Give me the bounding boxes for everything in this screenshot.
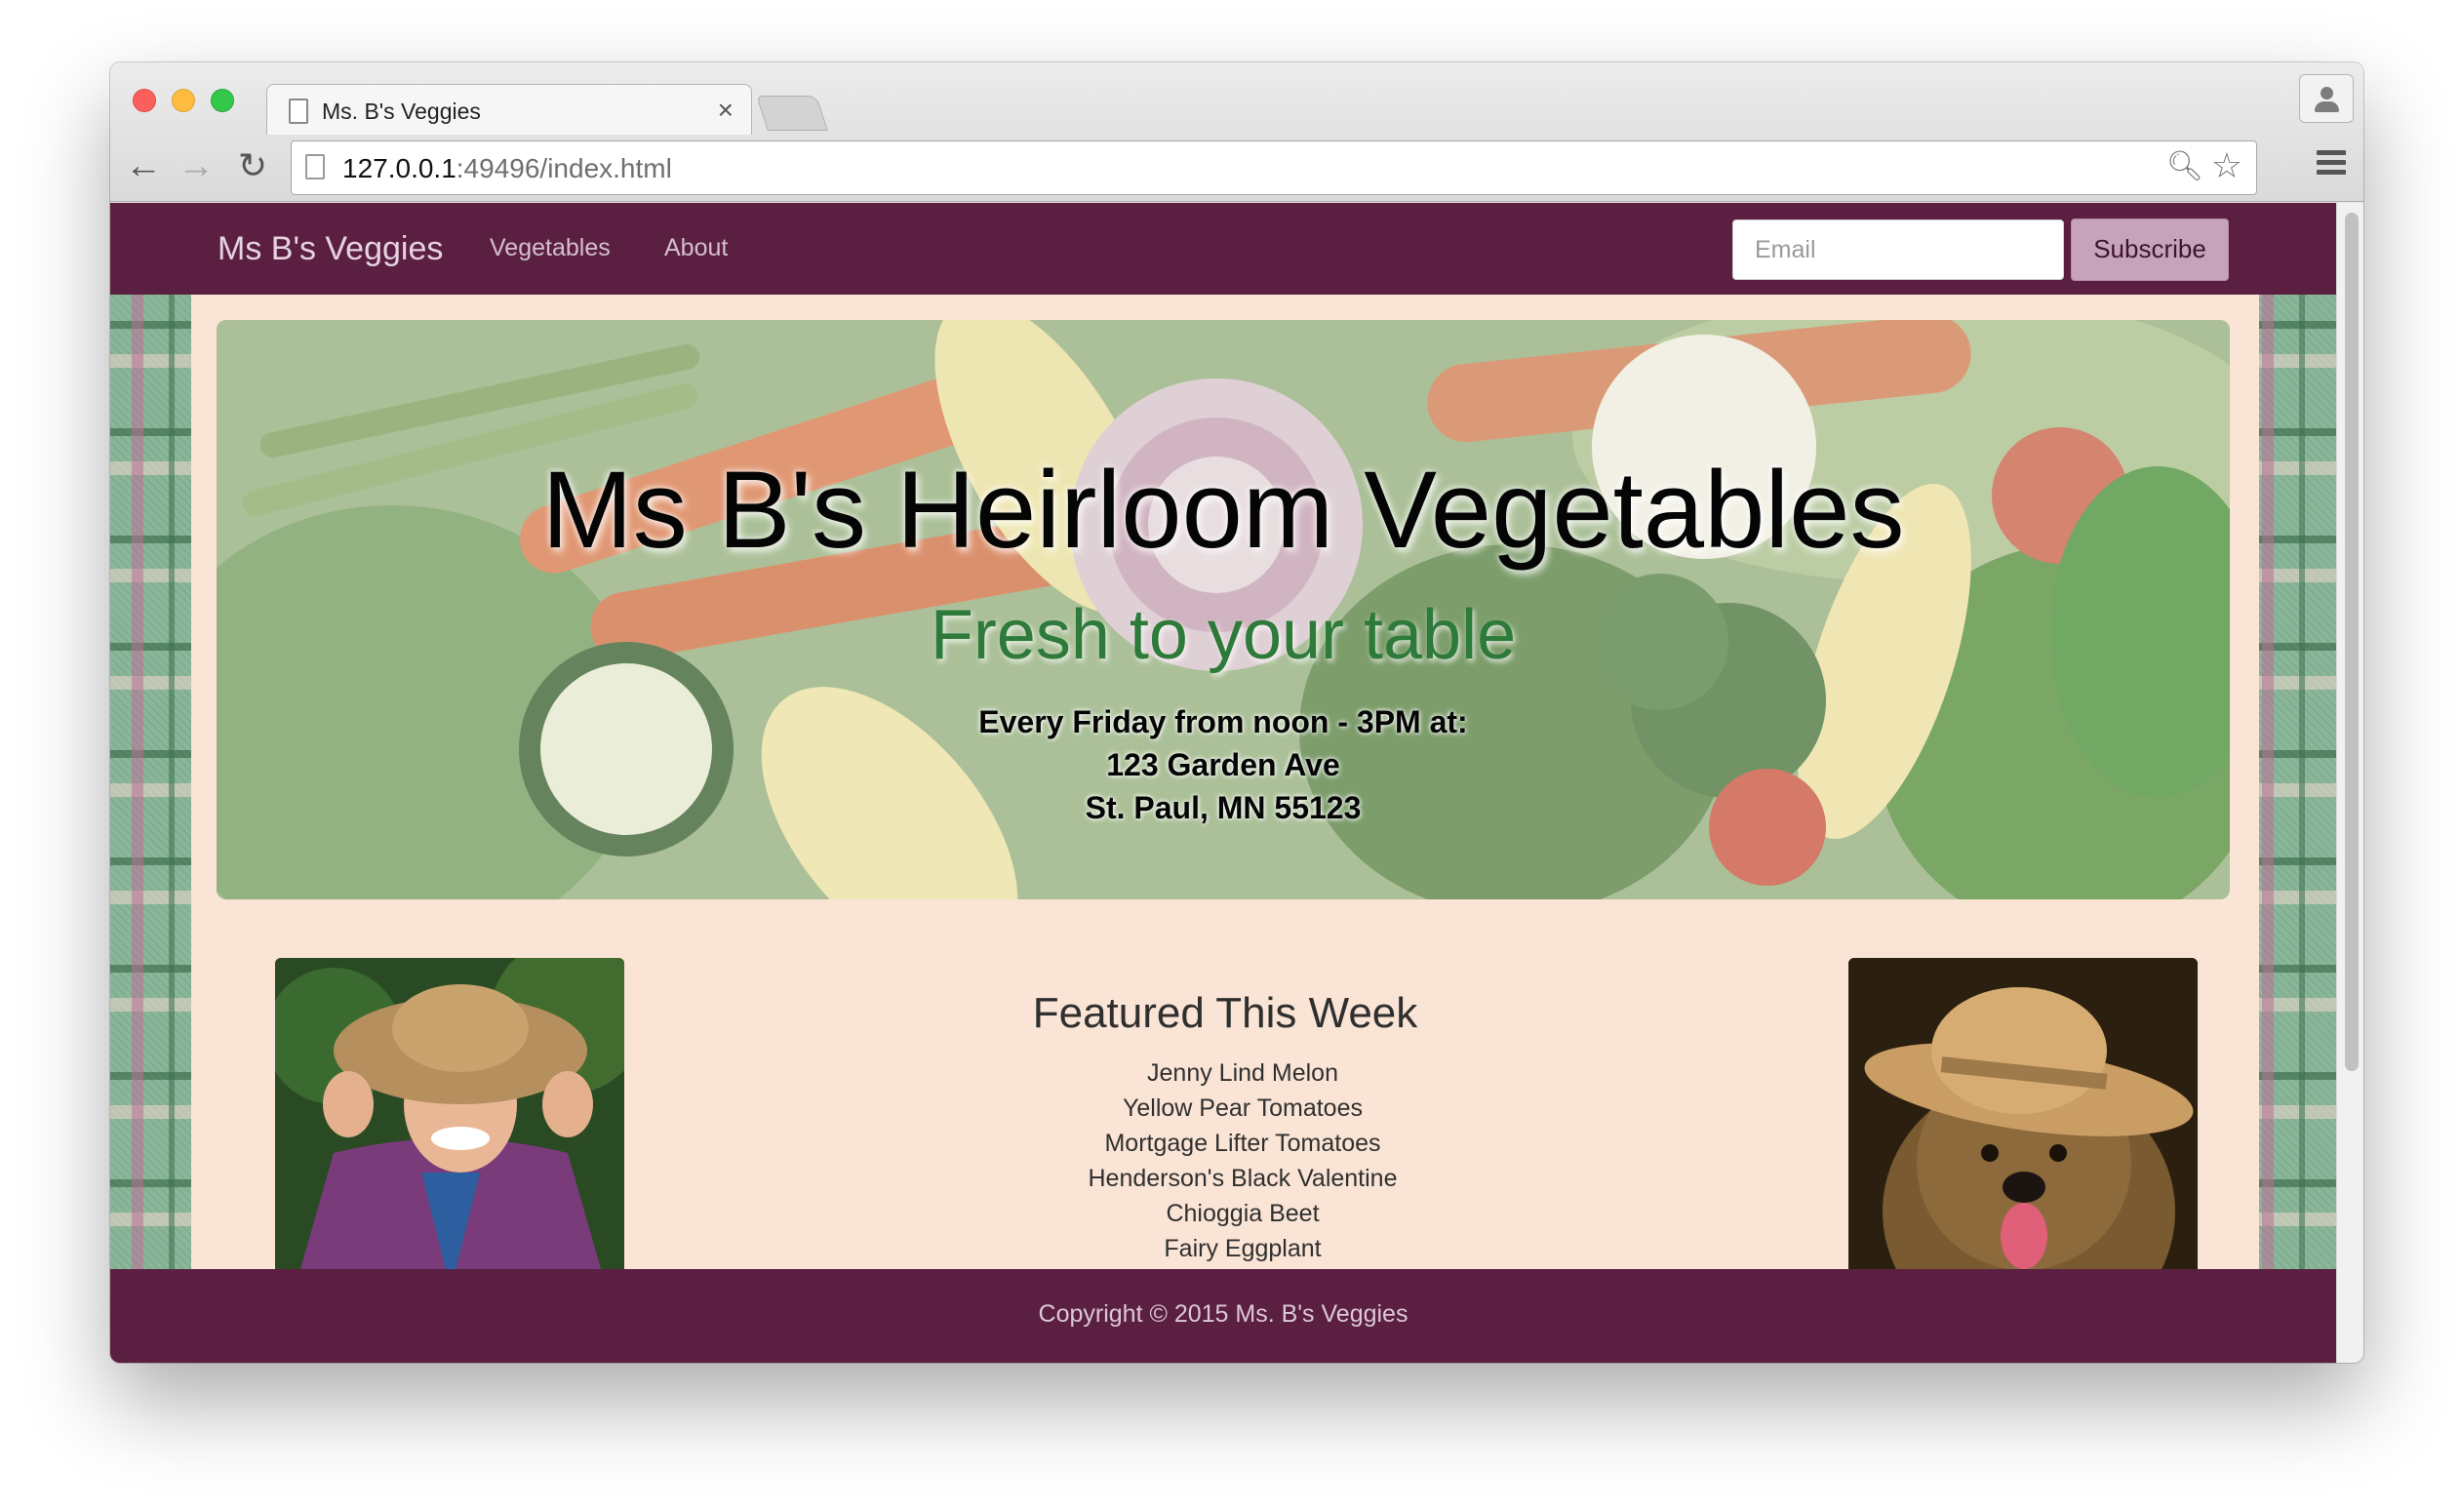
close-window-button[interactable] — [133, 89, 156, 112]
brand-link[interactable]: Ms B's Veggies — [218, 230, 443, 268]
list-item: Yellow Pear Tomatoes — [1123, 1094, 1363, 1122]
featured-list: Jenny Lind Melon Yellow Pear Tomatoes Mo… — [835, 1055, 1615, 1266]
address-bar[interactable]: 127.0.0.1:49496/index.html 🔍︎ ☆ — [291, 140, 2257, 195]
site-navbar: Ms B's Veggies Vegetables About Subscrib… — [110, 203, 2336, 295]
site-footer: Copyright © 2015 Ms. B's Veggies — [110, 1269, 2336, 1363]
new-tab-button[interactable] — [756, 96, 828, 131]
list-item: Jenny Lind Melon — [1147, 1059, 1338, 1087]
user-icon — [2321, 87, 2333, 99]
bookmark-star-icon[interactable]: ☆ — [2211, 145, 2242, 186]
email-input[interactable] — [1732, 219, 2064, 280]
nav-link-vegetables[interactable]: Vegetables — [490, 234, 611, 262]
zoom-window-button[interactable] — [211, 89, 234, 112]
browser-menu-icon[interactable] — [2317, 150, 2346, 179]
hero-title: Ms B's Heirloom Vegetables — [541, 449, 1905, 571]
address-line-1: 123 Garden Ave — [1106, 747, 1340, 782]
browser-toolbar: ← → ↻ 127.0.0.1:49496/index.html 🔍︎ ☆ — [110, 139, 2363, 201]
forward-arrow-icon[interactable]: → — [175, 144, 218, 187]
browser-chrome: Ms. B's Veggies × ← → ↻ 127.0.0.1:49496/… — [110, 62, 2363, 202]
woman-in-hat-photo — [275, 958, 624, 1290]
browser-window: Ms. B's Veggies × ← → ↻ 127.0.0.1:49496/… — [110, 62, 2363, 1363]
back-arrow-icon[interactable]: ← — [122, 144, 165, 187]
market-info: Every Friday from noon - 3PM at: 123 Gar… — [217, 700, 2230, 829]
copyright-text: Copyright © 2015 Ms. B's Veggies — [1038, 1300, 1409, 1328]
list-item: Mortgage Lifter Tomatoes — [1104, 1130, 1381, 1157]
main-container: Ms B's Heirloom Vegetables Fresh to your… — [191, 295, 2259, 1290]
hero-jumbotron: Ms B's Heirloom Vegetables Fresh to your… — [217, 320, 2230, 899]
browser-tab[interactable]: Ms. B's Veggies × — [266, 84, 752, 135]
vertical-scrollbar[interactable] — [2336, 203, 2363, 1363]
list-item: Henderson's Black Valentine — [1088, 1165, 1398, 1192]
list-item: Chioggia Beet — [1166, 1200, 1320, 1227]
featured-section: Featured This Week Jenny Lind Melon Yell… — [835, 989, 1615, 1266]
address-line-2: St. Paul, MN 55123 — [1085, 790, 1362, 825]
hero-subtitle: Fresh to your table — [930, 596, 1517, 674]
profile-button[interactable] — [2299, 74, 2354, 123]
featured-heading: Featured This Week — [1032, 989, 1418, 1037]
page-viewport: Ms B's Veggies Vegetables About Subscrib… — [110, 203, 2363, 1363]
reload-icon[interactable]: ↻ — [231, 144, 274, 187]
dog-in-hat-photo — [1848, 958, 2198, 1290]
url-text: 127.0.0.1:49496/index.html — [342, 153, 672, 183]
subscribe-button[interactable]: Subscribe — [2071, 219, 2229, 281]
scrollbar-thumb[interactable] — [2345, 213, 2359, 1071]
page-icon — [289, 99, 308, 124]
nav-link-about[interactable]: About — [664, 234, 728, 262]
zoom-icon[interactable]: 🔍︎ — [2166, 149, 2203, 183]
tab-close-icon[interactable]: × — [718, 95, 734, 126]
list-item: Fairy Eggplant — [1164, 1235, 1322, 1262]
tab-title: Ms. B's Veggies — [322, 99, 481, 124]
minimize-window-button[interactable] — [172, 89, 195, 112]
schedule-text: Every Friday from noon - 3PM at: — [978, 704, 1468, 739]
page-icon — [305, 154, 325, 179]
